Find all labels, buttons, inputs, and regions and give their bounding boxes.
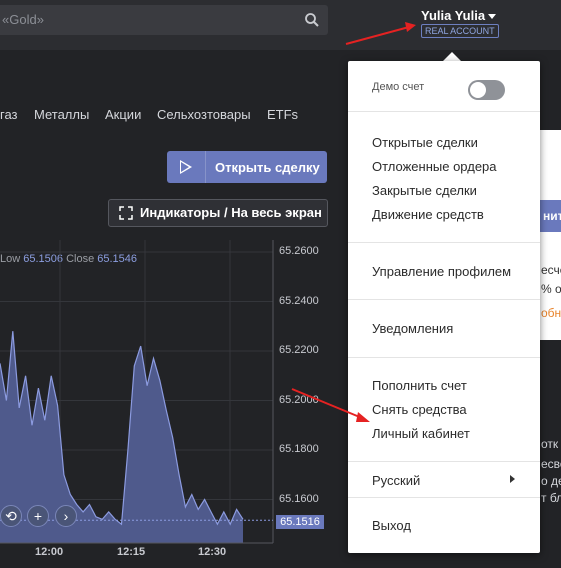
divider bbox=[348, 242, 540, 243]
scroll-right-button[interactable]: › bbox=[55, 505, 77, 527]
tab-gas[interactable]: газ bbox=[0, 107, 18, 122]
account-type-badge: REAL ACCOUNT bbox=[421, 24, 499, 38]
divider bbox=[348, 299, 540, 300]
tab-agri[interactable]: Сельхозтовары bbox=[157, 107, 251, 122]
menu-item-notifications[interactable]: Уведомления bbox=[372, 321, 453, 336]
right-panel-text: есво bbox=[541, 457, 561, 471]
demo-account-label: Демо счет bbox=[372, 81, 425, 93]
chevron-right-icon bbox=[510, 475, 515, 483]
menu-item-funds-movement[interactable]: Движение средств bbox=[372, 207, 484, 222]
y-tick-label: 65.2400 bbox=[279, 294, 319, 307]
divider bbox=[348, 497, 540, 498]
tab-metals[interactable]: Металлы bbox=[34, 107, 89, 122]
right-panel-link[interactable]: обне bbox=[541, 306, 561, 320]
y-tick-label: 65.2600 bbox=[279, 245, 319, 257]
chevron-down-icon[interactable] bbox=[488, 14, 496, 19]
search-text: «Gold» bbox=[2, 12, 44, 27]
x-tick-label: 12:30 bbox=[198, 546, 227, 558]
menu-item-language[interactable]: Русский bbox=[372, 473, 420, 488]
menu-item-withdraw[interactable]: Снять средства bbox=[372, 402, 467, 417]
menu-pointer bbox=[443, 52, 461, 61]
right-panel-text: т бл bbox=[541, 491, 561, 505]
menu-item-pending-orders[interactable]: Отложенные ордера bbox=[372, 159, 497, 174]
x-tick-label: 12:00 bbox=[35, 546, 64, 558]
top-bar: «Gold» Yulia Yulia REAL ACCOUNT bbox=[0, 0, 561, 50]
reset-zoom-button[interactable]: ⟲ bbox=[0, 505, 22, 527]
fullscreen-icon bbox=[119, 206, 133, 220]
y-tick-label: 65.2200 bbox=[279, 344, 319, 356]
right-panel-text: отк bbox=[541, 437, 559, 451]
play-icon bbox=[180, 160, 192, 174]
y-tick-label: 65.1800 bbox=[279, 443, 319, 455]
y-tick-label: 65.1600 bbox=[279, 492, 319, 505]
demo-account-toggle[interactable] bbox=[468, 80, 505, 100]
y-tick-label: 65.2000 bbox=[279, 393, 319, 406]
toggle-knob bbox=[470, 82, 486, 98]
open-deal-button[interactable]: Открыть сделку bbox=[167, 151, 327, 183]
play-box bbox=[167, 151, 206, 183]
zoom-in-button[interactable]: + bbox=[27, 505, 49, 527]
right-panel-title: ет Li bbox=[541, 144, 561, 158]
menu-item-profile[interactable]: Управление профилем bbox=[372, 264, 511, 279]
x-tick-label: 12:15 bbox=[117, 546, 146, 558]
right-panel-text: есче bbox=[541, 263, 561, 277]
divider bbox=[348, 111, 540, 112]
open-deal-label: Открыть сделку bbox=[215, 160, 320, 175]
divider bbox=[348, 461, 540, 462]
right-panel-text: % от bbox=[541, 282, 561, 296]
indicators-label: Индикаторы / На весь экран bbox=[140, 205, 322, 220]
tab-etfs[interactable]: ETFs bbox=[267, 107, 298, 122]
right-panel-text: о де bbox=[541, 474, 561, 488]
menu-item-personal-cabinet[interactable]: Личный кабинет bbox=[372, 426, 470, 441]
menu-item-open-trades[interactable]: Открытые сделки bbox=[372, 135, 478, 150]
indicators-fullscreen-button[interactable]: Индикаторы / На весь экран bbox=[108, 199, 328, 227]
tab-stocks[interactable]: Акции bbox=[105, 107, 141, 122]
divider bbox=[348, 357, 540, 358]
menu-item-exit[interactable]: Выход bbox=[372, 518, 411, 533]
menu-item-closed-trades[interactable]: Закрытые сделки bbox=[372, 183, 477, 198]
right-panel-btn-label: нит bbox=[543, 209, 561, 223]
account-dropdown-menu: Демо счет Открытые сделки Отложенные орд… bbox=[348, 61, 540, 553]
search-icon[interactable] bbox=[304, 12, 320, 28]
last-price-tag: 65.1516 bbox=[276, 515, 324, 529]
user-name[interactable]: Yulia Yulia bbox=[421, 8, 485, 23]
menu-item-deposit[interactable]: Пополнить счет bbox=[372, 378, 467, 393]
search-input[interactable]: «Gold» bbox=[0, 5, 328, 35]
